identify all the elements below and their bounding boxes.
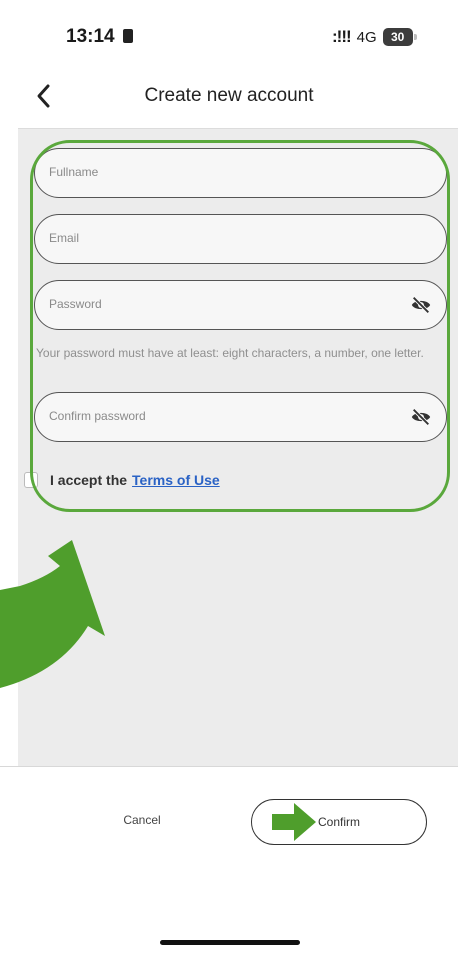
fullname-field[interactable]: Fullname — [34, 148, 447, 198]
email-placeholder: Email — [49, 231, 80, 245]
fullname-placeholder: Fullname — [49, 165, 99, 179]
cancel-button[interactable]: Cancel — [90, 813, 194, 839]
eye-off-icon[interactable] — [410, 406, 432, 428]
confirm-password-placeholder: Confirm password — [49, 409, 146, 423]
password-hint: Your password must have at least: eight … — [36, 346, 424, 360]
status-indicators: :!!! 4G 30 — [332, 27, 417, 47]
right-arrow-icon — [272, 803, 316, 841]
terms-row: I accept the Terms of Use — [24, 470, 220, 490]
bottom-action-bar: Cancel Confirm — [0, 766, 458, 955]
home-indicator — [160, 940, 300, 945]
status-bar: 13:14 :!!! 4G 30 — [0, 0, 458, 80]
password-placeholder: Password — [49, 297, 102, 311]
confirm-button[interactable]: Confirm — [251, 799, 427, 845]
battery-level: 30 — [390, 30, 405, 44]
confirm-label: Confirm — [318, 815, 361, 829]
terms-checkbox[interactable] — [24, 472, 38, 488]
password-field[interactable]: Password — [34, 280, 447, 330]
status-time-text: 13:14 — [66, 26, 115, 47]
nav-bar: Create new account — [0, 70, 458, 128]
terms-prefix: I accept the — [50, 472, 128, 488]
signal-icon: :!!! — [332, 27, 352, 46]
terms-of-use-link[interactable]: Terms of Use — [132, 472, 220, 488]
status-time: 13:14 — [66, 26, 133, 48]
battery-icon: 30 — [382, 28, 417, 46]
network-type: 4G — [356, 28, 377, 46]
sim-card-icon — [122, 29, 133, 43]
page-title: Create new account — [144, 85, 314, 106]
eye-off-icon[interactable] — [410, 294, 432, 316]
confirm-password-field[interactable]: Confirm password — [34, 392, 447, 442]
email-field[interactable]: Email — [34, 214, 447, 264]
